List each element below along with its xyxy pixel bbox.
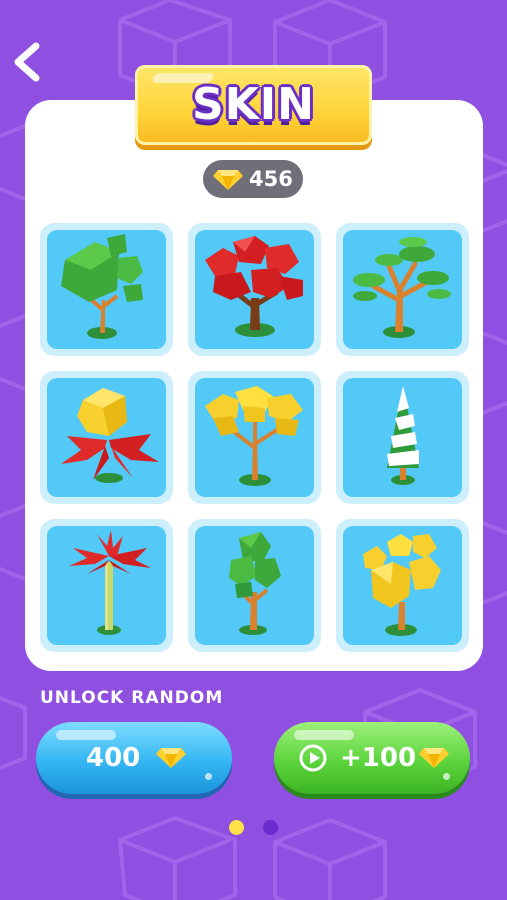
skin-tile-bg [343,526,462,645]
skin-tile-6[interactable] [336,371,469,504]
gem-count: 456 [249,167,293,191]
skin-tile-2[interactable] [188,223,321,356]
snowy-pine-tree-icon [387,386,419,485]
gem-icon [156,748,186,768]
yellow-red-flower-tree-icon [61,388,159,483]
back-button[interactable] [8,40,48,84]
skin-grid [40,223,470,655]
page-indicator [226,820,286,836]
skin-tile-bg [343,230,462,349]
page-dot-inactive[interactable] [263,820,278,835]
bonsai-tree-icon [353,237,451,338]
button-highlight-dot [205,773,212,780]
unlock-price: 400 [86,743,141,773]
skin-tile-bg [47,526,166,645]
skin-tile-7[interactable] [40,519,173,652]
skin-tile-4[interactable] [40,371,173,504]
skin-tile-bg [195,378,314,497]
red-tree-icon [205,236,303,337]
skin-tile-9[interactable] [336,519,469,652]
page-title: SKIN [192,79,315,130]
green-cube-tree-icon [61,234,143,339]
palm-tree-icon [69,530,151,635]
skin-tile-5[interactable] [188,371,321,504]
title-banner: SKIN [135,65,372,145]
yellow-bush-tree-icon [363,534,441,636]
button-highlight-dot [443,773,450,780]
skin-tile-3[interactable] [336,223,469,356]
unlock-random-button[interactable]: 400 [36,722,232,794]
skin-tile-bg [47,230,166,349]
chevron-left-icon [14,42,40,82]
gem-counter: 456 [203,160,303,198]
gem-icon [213,170,243,190]
green-tall-tree-icon [229,532,281,635]
yellow-acacia-tree-icon [205,386,303,486]
video-reward-amount: +100 [340,743,417,773]
watch-video-reward-button[interactable]: +100 [274,722,470,794]
gem-icon [419,748,449,768]
skin-tile-bg [47,378,166,497]
skin-tile-bg [195,230,314,349]
skin-tile-bg [195,526,314,645]
unlock-random-label: UNLOCK RANDOM [40,688,224,708]
skin-tile-8[interactable] [188,519,321,652]
skin-tile-bg [343,378,462,497]
page-dot-active[interactable] [229,820,244,835]
play-icon [299,744,327,772]
skin-tile-1[interactable] [40,223,173,356]
